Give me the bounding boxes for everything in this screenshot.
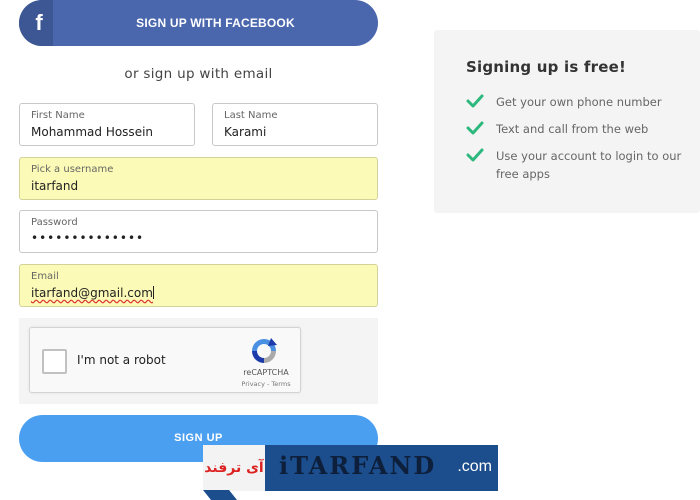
benefit-item: Get your own phone number <box>466 93 691 111</box>
text-caret <box>152 286 154 299</box>
watermark-suffix: .com <box>457 458 492 475</box>
captcha-container: I'm not a robot reCAPTCHA Privacy - Term… <box>19 318 378 404</box>
signup-button-label: SIGN UP <box>174 431 223 444</box>
first-name-label: First Name <box>31 110 85 121</box>
recaptcha-logo-icon <box>252 338 277 363</box>
last-name-value: Karami <box>224 125 267 139</box>
last-name-label: Last Name <box>224 110 278 121</box>
recaptcha-checkbox[interactable] <box>42 349 67 374</box>
watermark-persian-text: آی ترفند <box>203 445 265 491</box>
first-name-field[interactable]: First Name Mohammad Hossein <box>19 103 195 146</box>
recaptcha-widget: I'm not a robot reCAPTCHA Privacy - Term… <box>29 327 301 393</box>
watermark-logo-text: iTARFAND <box>279 451 437 480</box>
checkmark-icon <box>466 148 484 162</box>
email-value: itarfand@gmail.com <box>31 286 153 300</box>
email-label: Email <box>31 271 59 282</box>
signup-page: f SIGN UP WITH FACEBOOK or sign up with … <box>0 0 700 500</box>
checkmark-icon <box>466 121 484 135</box>
email-field[interactable]: Email itarfand@gmail.com <box>19 264 378 307</box>
benefit-item: Use your account to login to our free ap… <box>466 147 691 183</box>
username-value: itarfand <box>31 179 79 193</box>
last-name-field[interactable]: Last Name Karami <box>212 103 378 146</box>
username-label: Pick a username <box>31 164 114 175</box>
divider-text: or sign up with email <box>124 66 273 82</box>
watermark-tail-shape <box>203 490 237 500</box>
benefit-item: Text and call from the web <box>466 120 691 138</box>
first-name-value: Mohammad Hossein <box>31 125 154 139</box>
benefits-panel: Signing up is free! Get your own phone n… <box>434 30 700 213</box>
recaptcha-label: I'm not a robot <box>77 353 166 367</box>
facebook-signup-button[interactable]: f SIGN UP WITH FACEBOOK <box>19 0 378 46</box>
watermark-banner: iTARFAND .com <box>265 445 498 491</box>
password-label: Password <box>31 217 78 228</box>
recaptcha-links[interactable]: Privacy - Terms <box>238 380 294 388</box>
recaptcha-brand: reCAPTCHA <box>243 368 289 377</box>
facebook-icon: f <box>19 0 53 46</box>
benefit-text: Get your own phone number <box>496 95 662 109</box>
benefit-text: Use your account to login to our free ap… <box>496 149 682 181</box>
benefit-text: Text and call from the web <box>496 122 649 136</box>
password-value: •••••••••••••• <box>31 231 145 245</box>
watermark-logo: آی ترفند iTARFAND .com <box>203 445 498 491</box>
benefits-title: Signing up is free! <box>466 58 626 76</box>
username-field[interactable]: Pick a username itarfand <box>19 157 378 200</box>
checkmark-icon <box>466 94 484 108</box>
facebook-signup-label: SIGN UP WITH FACEBOOK <box>136 16 295 30</box>
password-field[interactable]: Password •••••••••••••• <box>19 210 378 253</box>
email-value-wrap: itarfand@gmail.com <box>31 286 154 300</box>
